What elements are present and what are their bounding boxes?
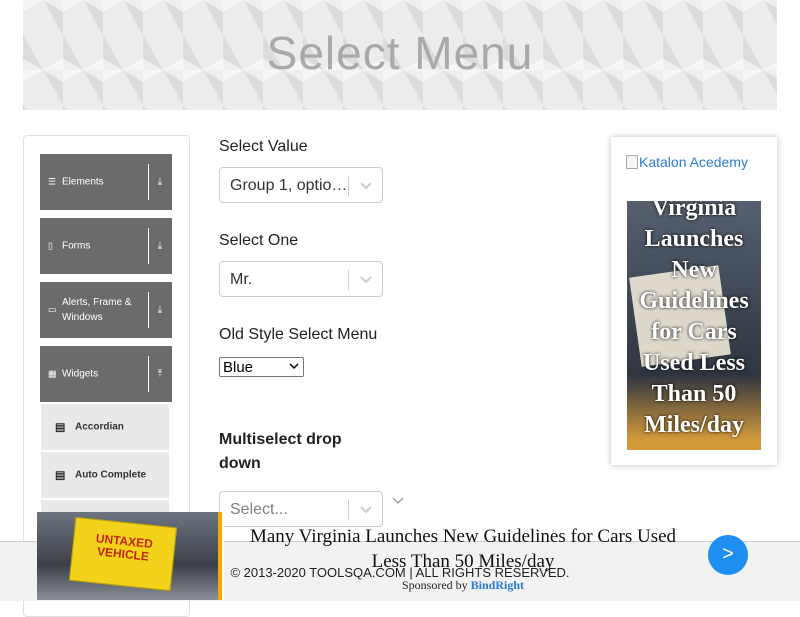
next-button[interactable]: >	[708, 535, 748, 575]
upload-arrow-icon: ⤒	[157, 368, 163, 380]
ad-thumbnail[interactable]: UNTAXED VEHICLE	[37, 512, 224, 600]
multiselect-label: Multiselect drop down	[219, 431, 342, 472]
sponsor-line: Sponsored by BindRight	[237, 578, 689, 593]
select-value-label: Select Value	[219, 138, 308, 155]
select-value-text: Group 1, option 1	[230, 177, 348, 194]
sidebar-group-label: Forms	[62, 240, 91, 252]
select-one-dropdown[interactable]: Mr.	[219, 261, 383, 297]
sidebar-group-label: Widgets	[62, 368, 99, 380]
chevron-down-icon	[289, 363, 299, 370]
sidebar-group-label: Elements	[62, 176, 104, 188]
divider	[348, 176, 349, 196]
sidebar-item-auto-complete[interactable]: ▤ Auto Complete	[41, 451, 169, 498]
download-arrow-icon: ⤓	[157, 176, 163, 188]
divider	[148, 228, 149, 264]
divider	[148, 164, 149, 200]
chevron-down-icon[interactable]	[359, 178, 373, 192]
old-style-select-label: Old Style Select Menu	[219, 326, 378, 343]
ad-accent-strip	[218, 512, 222, 600]
bottom-advertisement[interactable]: UNTAXED VEHICLE Many Virginia Launches N…	[37, 512, 800, 600]
sign-text: UNTAXED VEHICLE	[95, 531, 154, 564]
hamburger-icon: ☰	[48, 176, 57, 187]
bottom-ad-headline[interactable]: Many Virginia Launches New Guidelines fo…	[237, 524, 689, 574]
old-style-select-value: Blue	[223, 359, 254, 376]
select-one-label: Select One	[219, 232, 299, 249]
grid-icon: ▦	[48, 368, 57, 379]
sidebar-group-widgets[interactable]: ▦ Widgets ⤒	[40, 346, 172, 402]
divider	[348, 270, 349, 290]
ad-link[interactable]: Katalon Acedemy	[626, 154, 748, 170]
select-value-dropdown[interactable]: Group 1, option 1	[219, 167, 383, 203]
select-one-text: Mr.	[230, 271, 253, 288]
broken-image-icon	[626, 155, 638, 169]
side-advertisement[interactable]: Katalon Acedemy Virginia Launches New Gu…	[611, 137, 777, 465]
divider	[148, 292, 149, 328]
old-style-select[interactable]: Blue	[219, 357, 304, 377]
window-icon: ▭	[48, 304, 57, 315]
list-icon: ▤	[55, 469, 66, 482]
download-arrow-icon: ⤓	[157, 304, 163, 316]
chevron-down-icon[interactable]	[359, 272, 373, 286]
download-arrow-icon: ⤓	[157, 240, 163, 252]
ad-link-text: Katalon Acedemy	[639, 154, 748, 170]
sidebar-group-label: Alerts, Frame & Windows	[62, 297, 132, 323]
list-icon: ▤	[55, 421, 66, 434]
page-title: Select Menu	[266, 27, 534, 79]
sidebar-item-label: Auto Complete	[75, 469, 147, 481]
sidebar-group-alerts[interactable]: ▭ Alerts, Frame & Windows ⤓	[40, 282, 172, 338]
sidebar-group-elements[interactable]: ☰ Elements ⤓	[40, 154, 172, 210]
ad-image[interactable]: Virginia Launches New Guidelines for Car…	[627, 201, 761, 450]
sidebar-item-accordian[interactable]: ▤ Accordian	[41, 403, 169, 450]
document-icon: ▯	[48, 240, 53, 251]
sidebar-group-forms[interactable]: ▯ Forms ⤓	[40, 218, 172, 274]
sidebar-item-label: Accordian	[75, 421, 124, 433]
divider	[148, 356, 149, 392]
untaxed-vehicle-sign: UNTAXED VEHICLE	[68, 516, 178, 592]
chevron-down-icon	[392, 497, 404, 504]
ad-headline: Virginia Launches New Guidelines for Car…	[639, 201, 749, 438]
page-banner: Select Menu	[23, 0, 777, 110]
sponsor-name[interactable]: BindRight	[471, 578, 524, 592]
sponsor-prefix: Sponsored by	[401, 578, 468, 592]
